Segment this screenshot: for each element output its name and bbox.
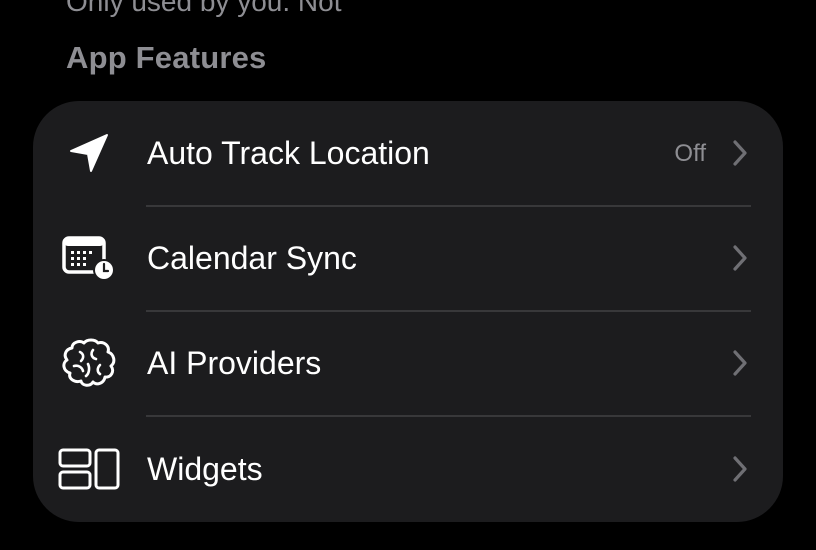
app-features-group: Auto Track Location Off Calendar Sync AI…	[33, 101, 783, 522]
chevron-right-icon	[731, 349, 749, 377]
brain-icon	[57, 333, 121, 393]
auto-track-location-row[interactable]: Auto Track Location Off	[33, 101, 783, 206]
widgets-label: Widgets	[147, 451, 263, 487]
location-arrow-icon	[57, 123, 121, 183]
calendar-clock-icon	[57, 228, 121, 288]
widgets-row[interactable]: Widgets	[33, 417, 783, 522]
calendar-sync-row[interactable]: Calendar Sync	[33, 206, 783, 311]
widgets-icon	[57, 439, 121, 499]
chevron-right-icon	[731, 139, 749, 167]
section-header: App Features	[66, 40, 267, 75]
calendar-sync-label: Calendar Sync	[147, 240, 357, 276]
previous-section-footer: Only used by you. Not	[66, 0, 342, 17]
chevron-right-icon	[731, 455, 749, 483]
ai-providers-row[interactable]: AI Providers	[33, 311, 783, 416]
chevron-right-icon	[731, 244, 749, 272]
ai-providers-label: AI Providers	[147, 345, 322, 381]
auto-track-location-value: Off	[674, 140, 706, 167]
auto-track-location-label: Auto Track Location	[147, 135, 430, 171]
